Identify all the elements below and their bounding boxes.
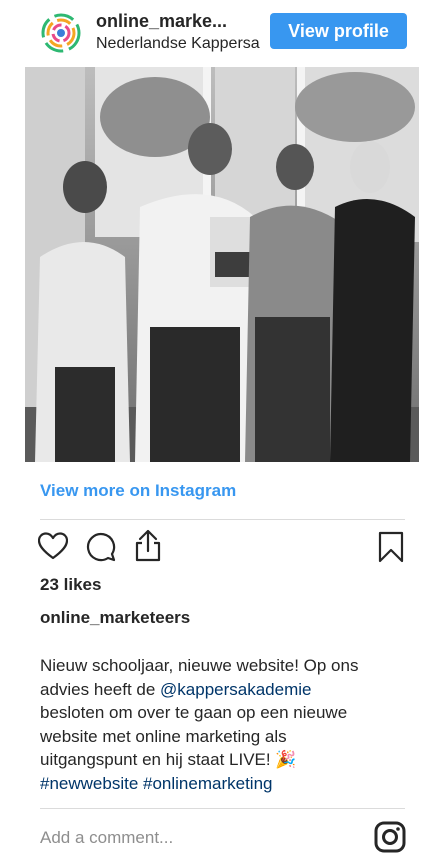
- caption-text-fragment: advies heeft de: [40, 679, 161, 699]
- caption-text: Nieuw schooljaar, nieuwe website! Op ons…: [40, 654, 405, 795]
- caption-line: #newwebsite #onlinemarketing: [40, 772, 405, 796]
- post-header: online_marke... Nederlandse Kappersa Vie…: [0, 0, 435, 64]
- account-subtitle: Nederlandse Kappersa: [96, 35, 260, 52]
- hashtag-link[interactable]: #newwebsite: [40, 774, 138, 793]
- post-photo[interactable]: [25, 67, 419, 462]
- caption-line: besloten om over te gaan op een nieuwe: [40, 703, 348, 722]
- logo-icon: [40, 12, 82, 54]
- divider: [40, 519, 405, 520]
- account-avatar[interactable]: [40, 12, 82, 54]
- party-emoji: 🎉: [275, 750, 297, 769]
- mention-link[interactable]: @kappersakademie: [160, 680, 311, 699]
- heart-icon[interactable]: [38, 532, 68, 560]
- caption-username[interactable]: online_marketeers: [40, 608, 190, 628]
- photo-image: [25, 67, 419, 462]
- share-icon[interactable]: [134, 529, 162, 562]
- bookmark-icon[interactable]: [378, 531, 404, 563]
- hashtag-link[interactable]: #onlinemarketing: [143, 774, 272, 793]
- likes-count[interactable]: 23 likes: [40, 575, 101, 595]
- caption-text-fragment: uitgangspunt en hij staat LIVE!: [40, 750, 276, 769]
- divider: [40, 808, 405, 809]
- view-profile-button[interactable]: View profile: [270, 13, 407, 49]
- caption-line: advies heeft de @kappersakademie: [40, 678, 405, 702]
- instagram-logo-icon[interactable]: [374, 821, 406, 853]
- account-name[interactable]: online_marke...: [96, 11, 227, 32]
- instagram-embed-card: online_marke... Nederlandse Kappersa Vie…: [0, 0, 435, 856]
- caption-line: uitgangspunt en hij staat LIVE! 🎉: [40, 748, 405, 772]
- add-comment-input[interactable]: Add a comment...: [40, 828, 173, 848]
- caption-line: Nieuw schooljaar, nieuwe website! Op ons: [40, 656, 359, 675]
- caption-line: website met online marketing als: [40, 726, 287, 746]
- view-more-link[interactable]: View more on Instagram: [40, 481, 236, 501]
- comment-icon[interactable]: [86, 532, 116, 562]
